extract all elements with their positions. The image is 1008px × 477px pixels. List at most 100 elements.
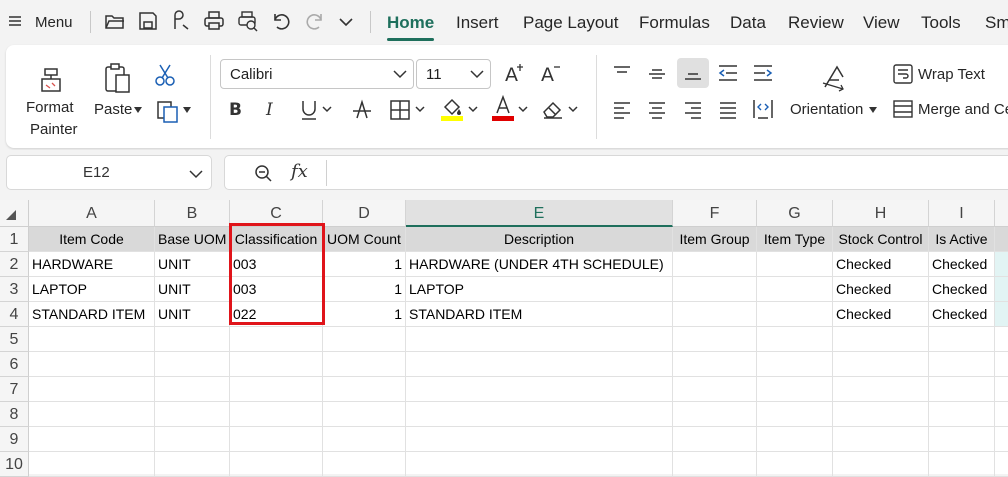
- chevron-down-icon[interactable]: [568, 106, 578, 113]
- underline-icon[interactable]: [300, 99, 318, 121]
- cell-g6[interactable]: [757, 352, 833, 377]
- cell-t2[interactable]: [995, 252, 1008, 277]
- column-header-b[interactable]: B: [155, 200, 230, 227]
- bold-icon[interactable]: B: [228, 99, 244, 119]
- cell-t10[interactable]: [995, 452, 1008, 477]
- italic-icon[interactable]: I: [264, 99, 280, 119]
- row-header-8[interactable]: 8: [0, 402, 29, 427]
- header-cell-d[interactable]: UOM Count: [323, 227, 406, 252]
- decrease-indent-icon[interactable]: [717, 64, 739, 82]
- cell-a8[interactable]: [29, 402, 155, 427]
- cell-a7[interactable]: [29, 377, 155, 402]
- cell-g9[interactable]: [757, 427, 833, 452]
- cell-d10[interactable]: [323, 452, 406, 477]
- column-header-i[interactable]: I: [929, 200, 995, 227]
- cell-c8[interactable]: [230, 402, 323, 427]
- cell-i5[interactable]: [929, 327, 995, 352]
- cell-c9[interactable]: [230, 427, 323, 452]
- export-pdf-icon[interactable]: [170, 10, 192, 32]
- row-header-9[interactable]: 9: [0, 427, 29, 452]
- cell-b6[interactable]: [155, 352, 230, 377]
- cell-t5[interactable]: [995, 327, 1008, 352]
- cell-h5[interactable]: [833, 327, 929, 352]
- row-header-4[interactable]: 4: [0, 302, 29, 327]
- align-center-icon[interactable]: [647, 101, 667, 119]
- column-header-e[interactable]: E: [406, 200, 673, 227]
- row-header-3[interactable]: 3: [0, 277, 29, 302]
- cell-i2[interactable]: Checked: [929, 252, 995, 277]
- chevron-down-icon[interactable]: [468, 106, 478, 113]
- row-header-6[interactable]: 6: [0, 352, 29, 377]
- cell-a6[interactable]: [29, 352, 155, 377]
- cell-c10[interactable]: [230, 452, 323, 477]
- align-right-icon[interactable]: [683, 101, 703, 119]
- cell-d9[interactable]: [323, 427, 406, 452]
- cell-g8[interactable]: [757, 402, 833, 427]
- font-size-select[interactable]: 11: [416, 59, 491, 89]
- justify-icon[interactable]: [718, 101, 738, 119]
- cell-g7[interactable]: [757, 377, 833, 402]
- header-cell-h[interactable]: Stock Control: [833, 227, 929, 252]
- header-cell-b[interactable]: Base UOM: [155, 227, 230, 252]
- cell-d2[interactable]: 1: [323, 252, 406, 277]
- increase-indent-icon[interactable]: [752, 64, 774, 82]
- orientation-icon[interactable]: [819, 63, 849, 93]
- column-header-a[interactable]: A: [29, 200, 155, 227]
- tab-home[interactable]: Home: [387, 13, 434, 33]
- header-cell-i[interactable]: Is Active: [929, 227, 995, 252]
- cell-e3[interactable]: LAPTOP: [406, 277, 673, 302]
- chevron-down-icon[interactable]: [518, 106, 528, 113]
- cell-h2[interactable]: Checked: [833, 252, 929, 277]
- merge-label[interactable]: Merge and Ce: [918, 101, 1008, 118]
- cell-f6[interactable]: [673, 352, 757, 377]
- cell-e2[interactable]: HARDWARE (UNDER 4TH SCHEDULE): [406, 252, 673, 277]
- cell-b4[interactable]: UNIT: [155, 302, 230, 327]
- cell-f9[interactable]: [673, 427, 757, 452]
- format-painter-button[interactable]: Format Painter: [20, 59, 84, 143]
- undo-icon[interactable]: [270, 10, 292, 32]
- print-icon[interactable]: [203, 10, 225, 32]
- clear-formatting-icon[interactable]: [541, 98, 565, 120]
- cell-f3[interactable]: [673, 277, 757, 302]
- cell-c5[interactable]: [230, 327, 323, 352]
- tab-tools[interactable]: Tools: [921, 13, 961, 33]
- open-folder-icon[interactable]: [104, 10, 126, 32]
- cell-b7[interactable]: [155, 377, 230, 402]
- borders-icon[interactable]: [389, 99, 411, 121]
- cell-i6[interactable]: [929, 352, 995, 377]
- decrease-font-size-icon[interactable]: A: [540, 62, 562, 84]
- tab-insert[interactable]: Insert: [456, 13, 499, 33]
- cell-t7[interactable]: [995, 377, 1008, 402]
- tab-formulas[interactable]: Formulas: [639, 13, 710, 33]
- cell-a9[interactable]: [29, 427, 155, 452]
- select-all-corner[interactable]: [0, 200, 29, 227]
- chevron-down-icon[interactable]: [339, 17, 353, 27]
- align-left-icon[interactable]: [612, 101, 632, 119]
- distributed-icon[interactable]: [752, 98, 774, 120]
- strikethrough-icon[interactable]: [352, 99, 372, 121]
- cell-d8[interactable]: [323, 402, 406, 427]
- zoom-icon[interactable]: [253, 163, 273, 183]
- cell-h3[interactable]: Checked: [833, 277, 929, 302]
- cell-a5[interactable]: [29, 327, 155, 352]
- column-header-g[interactable]: G: [757, 200, 833, 227]
- cell-f10[interactable]: [673, 452, 757, 477]
- tab-page-layout[interactable]: Page Layout: [523, 13, 618, 33]
- row-header-1[interactable]: 1: [0, 227, 29, 252]
- cell-h6[interactable]: [833, 352, 929, 377]
- cell-h4[interactable]: Checked: [833, 302, 929, 327]
- cell-e5[interactable]: [406, 327, 673, 352]
- cell-f2[interactable]: [673, 252, 757, 277]
- cell-e8[interactable]: [406, 402, 673, 427]
- cell-g4[interactable]: [757, 302, 833, 327]
- cell-c6[interactable]: [230, 352, 323, 377]
- cell-i7[interactable]: [929, 377, 995, 402]
- cell-g3[interactable]: [757, 277, 833, 302]
- header-cell-f[interactable]: Item Group: [673, 227, 757, 252]
- redo-icon[interactable]: [304, 10, 326, 32]
- cell-i3[interactable]: Checked: [929, 277, 995, 302]
- cell-t8[interactable]: [995, 402, 1008, 427]
- tab-review[interactable]: Review: [788, 13, 844, 33]
- fill-color-icon[interactable]: [440, 95, 464, 121]
- cell-d6[interactable]: [323, 352, 406, 377]
